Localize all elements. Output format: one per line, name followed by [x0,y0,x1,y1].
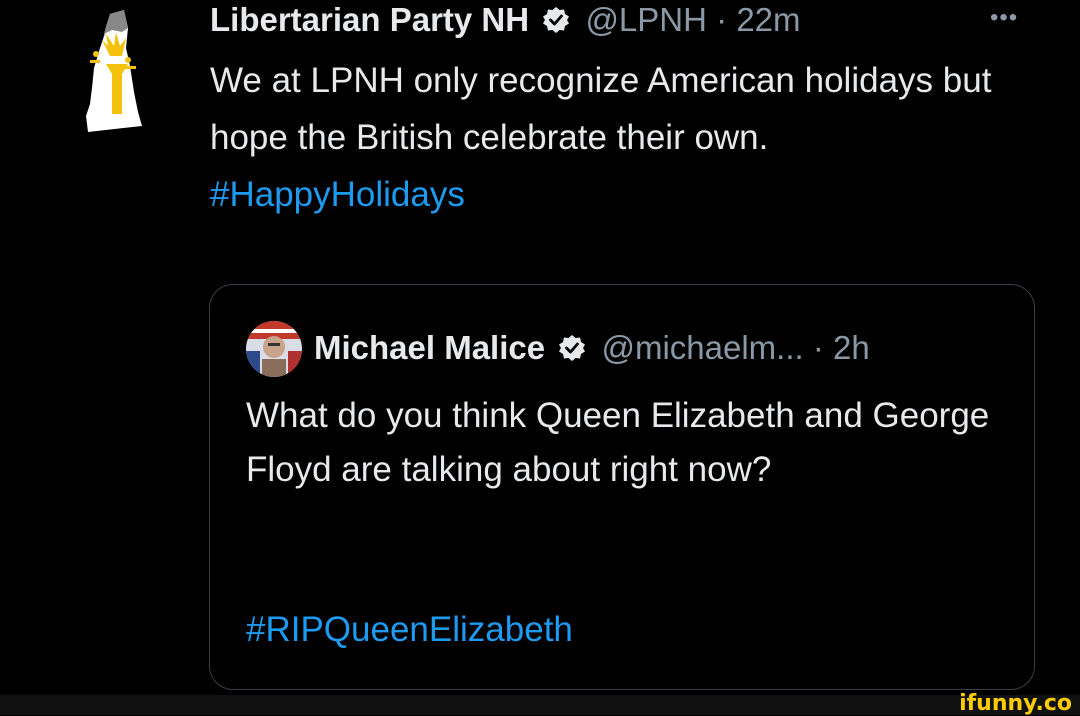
portrait-image [246,321,302,377]
hashtag-link[interactable]: #HappyHolidays [210,166,1040,223]
more-options-icon[interactable]: ••• [990,0,1018,36]
ifunny-watermark: ifunny.co [959,691,1072,716]
verified-badge-icon [542,3,570,43]
timestamp[interactable]: 22m [736,1,800,38]
watermark-bar: ifunny.co [0,691,1080,716]
quote-text: What do you think Queen Elizabeth and Ge… [246,396,990,489]
new-hampshire-torch-logo [86,10,142,132]
quote-hashtag-link[interactable]: #RIPQueenElizabeth [246,603,573,657]
tweet-text: We at LPNH only recognize American holid… [210,61,992,157]
quote-timestamp[interactable]: 2h [833,329,870,366]
separator-dot: · [812,329,824,366]
quote-author-handle[interactable]: @michaelm... [601,329,803,366]
quote-avatar[interactable] [246,321,302,377]
quoted-tweet[interactable]: Michael Malice @michaelm... · 2h What do… [209,284,1035,690]
verified-badge-icon [558,330,586,372]
separator-dot: · [716,1,728,38]
author-name[interactable]: Libertarian Party NH [210,1,529,38]
avatar[interactable] [82,8,152,136]
tweet[interactable]: Libertarian Party NH @LPNH · 22m ••• We … [0,0,1080,695]
tweet-body: We at LPNH only recognize American holid… [210,52,1040,223]
quote-author-name[interactable]: Michael Malice [314,329,545,366]
quote-header: Michael Malice @michaelm... · 2h [314,327,870,372]
author-handle[interactable]: @LPNH [585,1,707,38]
tweet-header: Libertarian Party NH @LPNH · 22m [210,0,801,40]
